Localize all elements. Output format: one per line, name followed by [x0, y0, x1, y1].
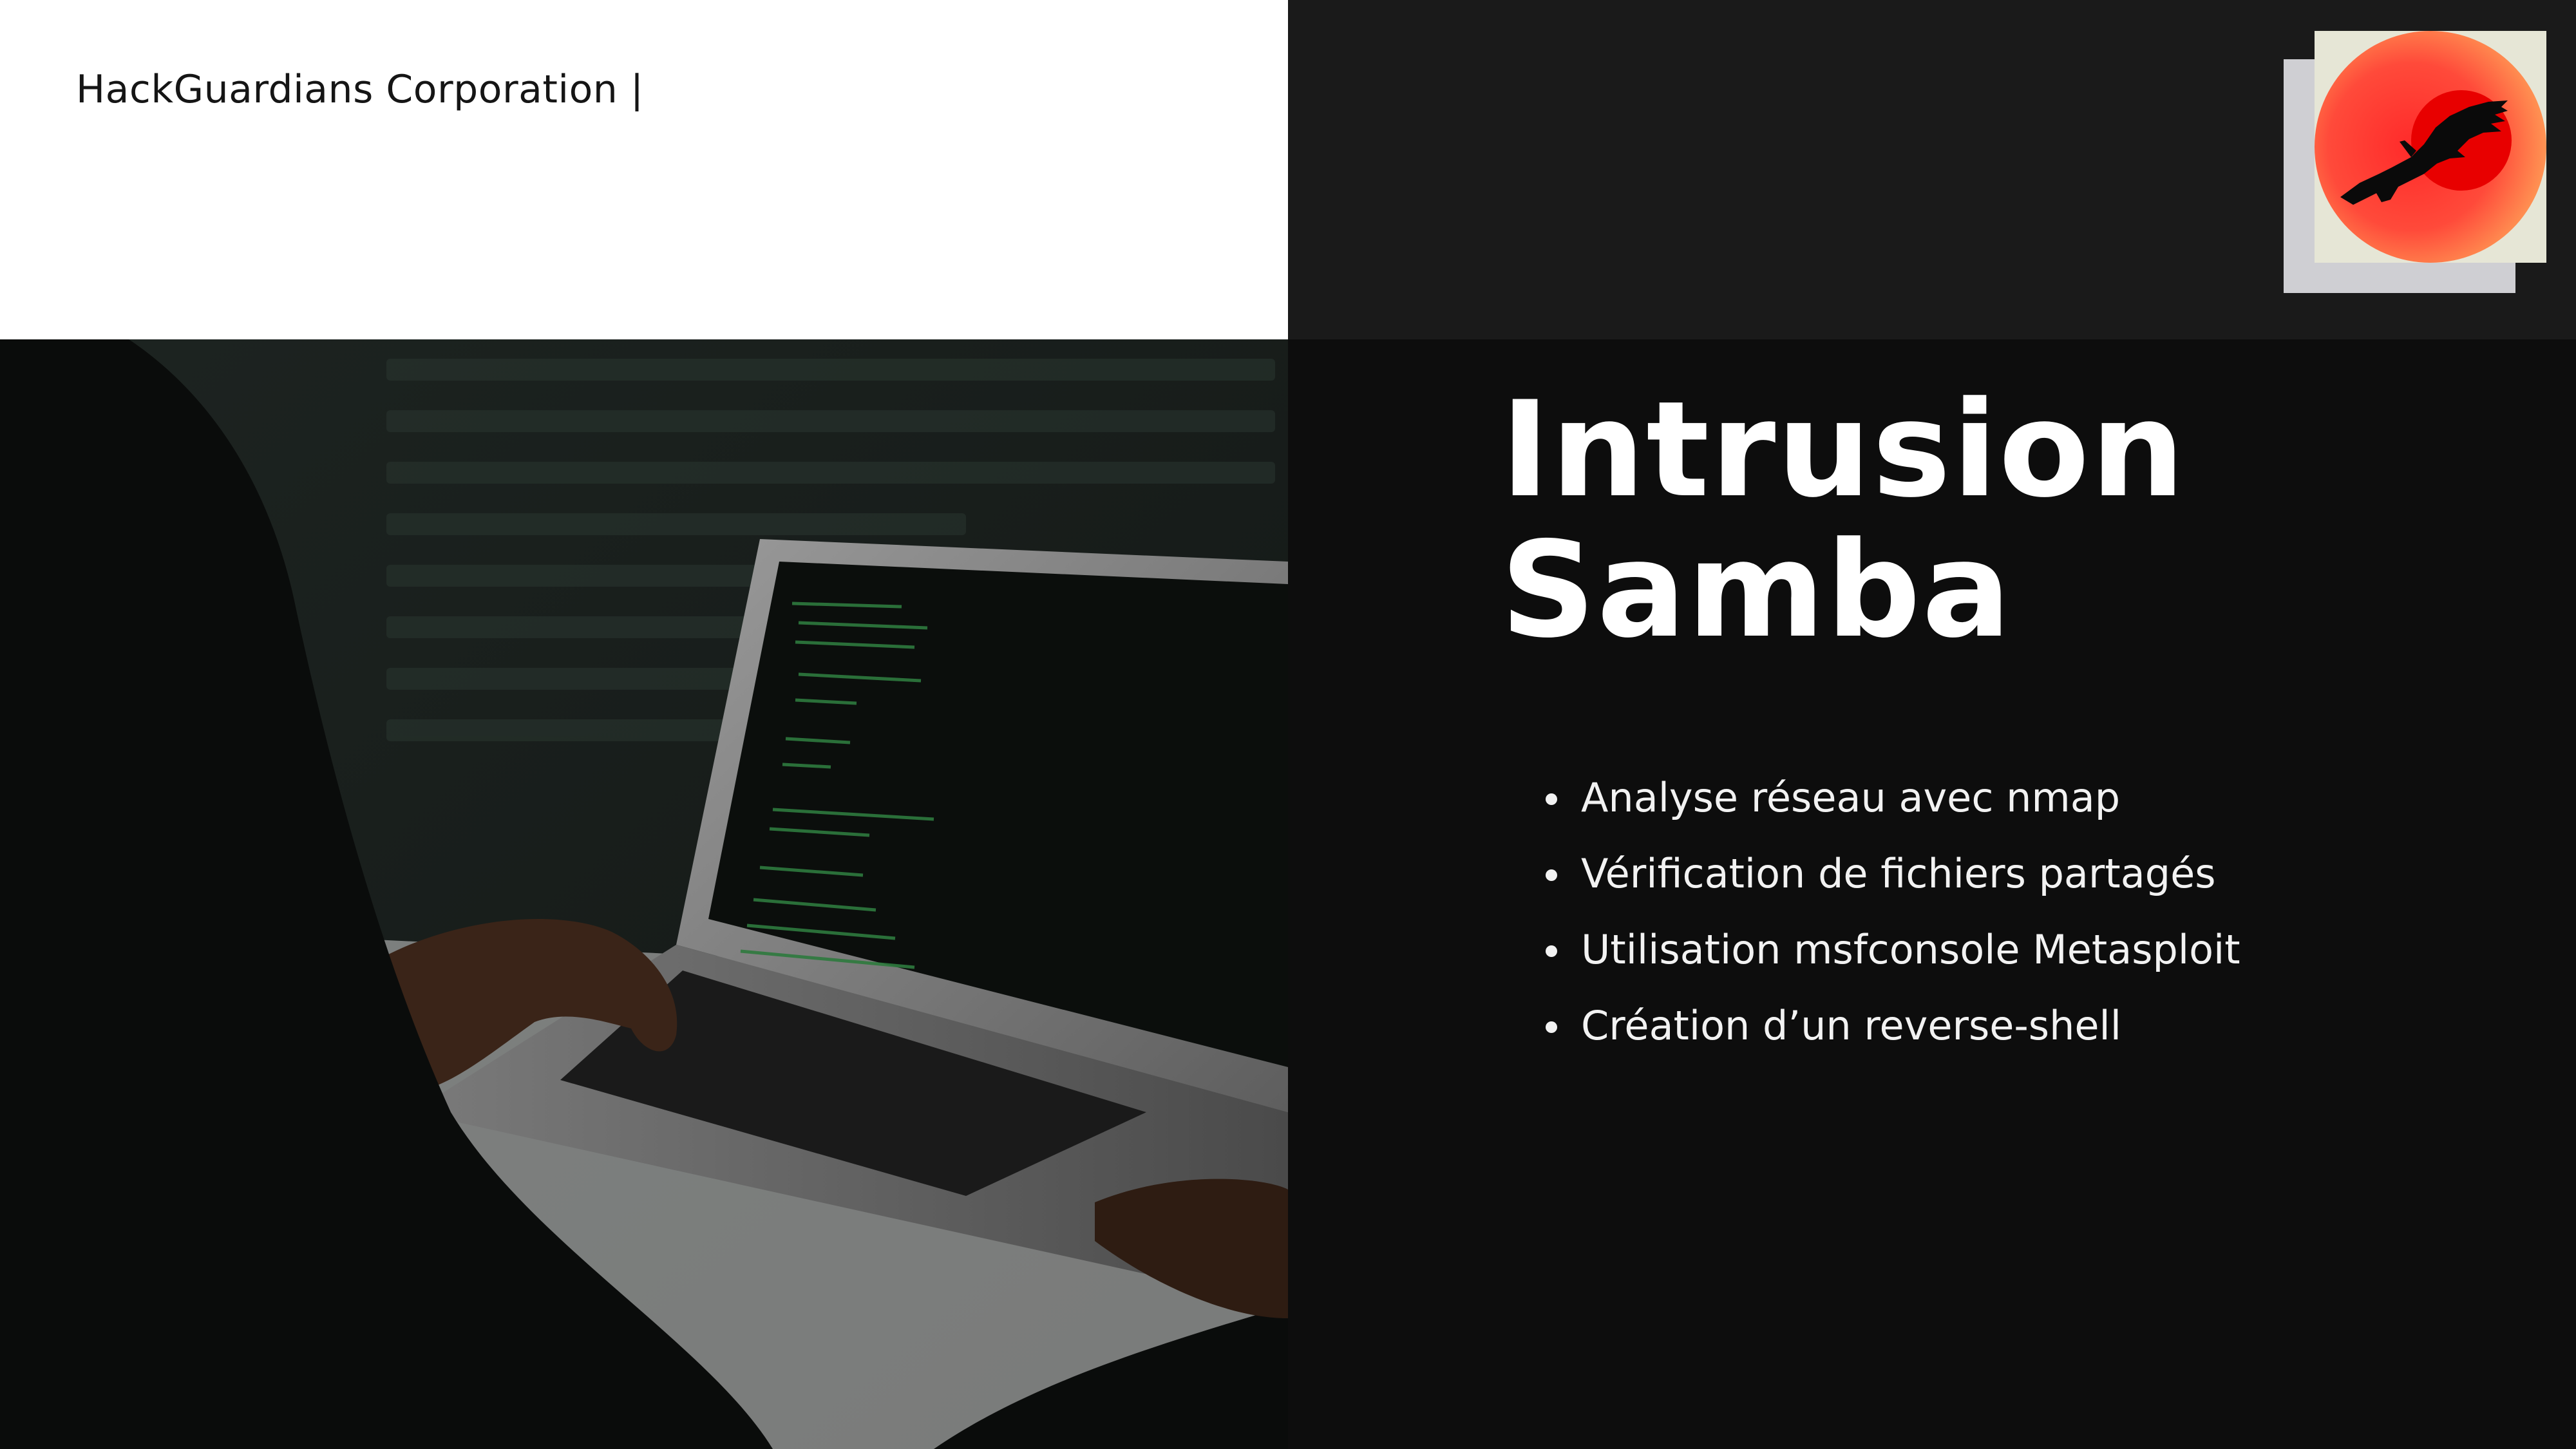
title-line-1: Intrusion — [1501, 374, 2186, 527]
eagle-on-red-sun-icon — [2315, 31, 2546, 263]
bullet-dot-icon — [1546, 945, 1557, 957]
photo-illustration — [0, 339, 1288, 1449]
hacker-laptop-photo — [0, 339, 1288, 1449]
bullet-list: Analyse réseau avec nmap Vérification de… — [1546, 760, 2240, 1064]
bullet-label: Utilisation msfconsole Metasploit — [1581, 926, 2240, 973]
bullet-dot-icon — [1546, 1021, 1557, 1033]
bullet-item: Utilisation msfconsole Metasploit — [1546, 912, 2240, 988]
logo — [2315, 31, 2546, 263]
bullet-label: Analyse réseau avec nmap — [1581, 774, 2121, 821]
slide: HackGuardians Corporation | Intrusion Sa… — [0, 0, 2576, 1449]
bullet-label: Vérification de fichiers partagés — [1581, 850, 2216, 897]
company-name: HackGuardians Corporation | — [76, 67, 644, 112]
slide-title: Intrusion Samba — [1501, 380, 2186, 661]
bullet-label: Création d’un reverse-shell — [1581, 1002, 2121, 1049]
title-line-2: Samba — [1501, 514, 2012, 667]
bullet-dot-icon — [1546, 793, 1557, 805]
bullet-dot-icon — [1546, 869, 1557, 881]
bullet-item: Création d’un reverse-shell — [1546, 988, 2240, 1064]
bullet-item: Vérification de fichiers partagés — [1546, 836, 2240, 912]
header-band: HackGuardians Corporation | — [0, 0, 1288, 339]
bullet-item: Analyse réseau avec nmap — [1546, 760, 2240, 836]
